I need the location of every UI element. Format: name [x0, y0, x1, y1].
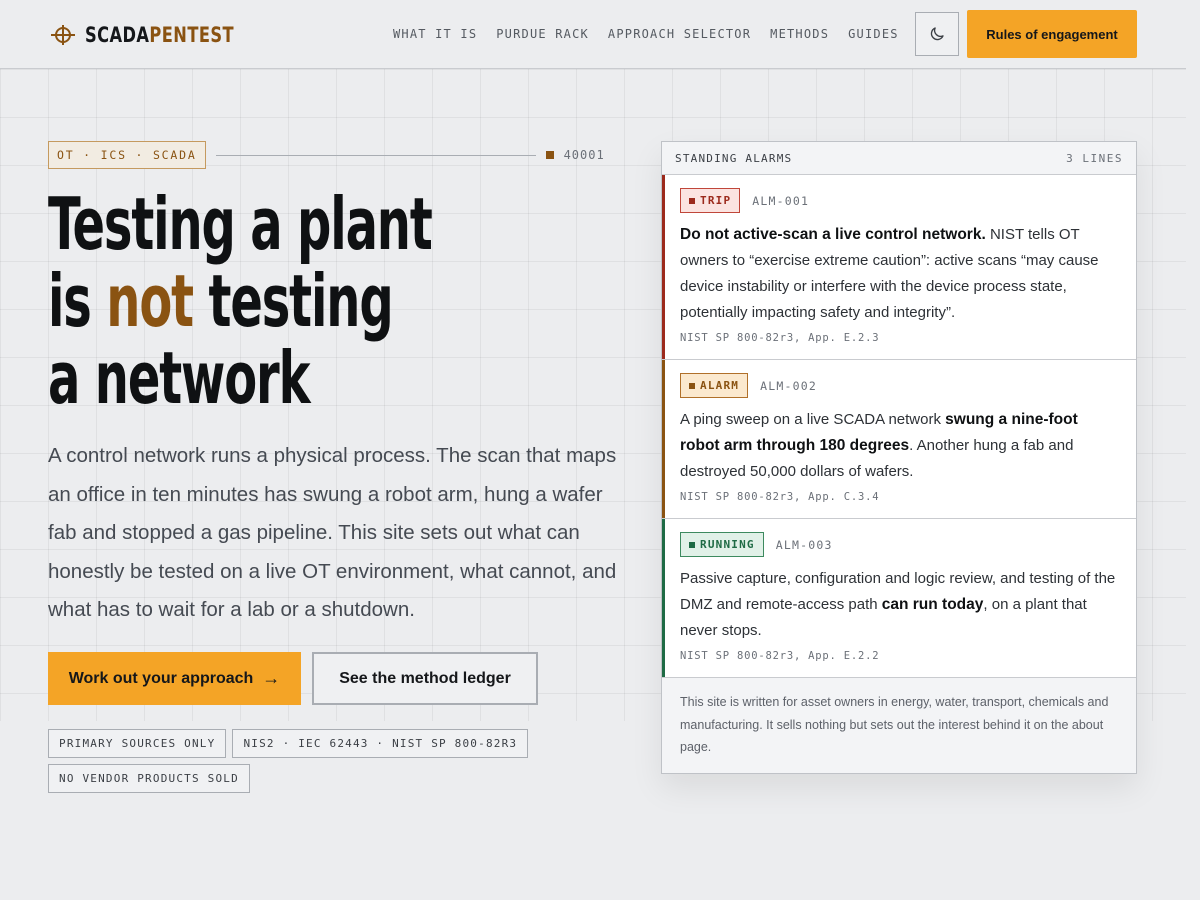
- panel-title: STANDING ALARMS: [675, 151, 793, 165]
- title-line-2-post: testing: [192, 259, 394, 343]
- title-line-1: Testing a plant: [48, 182, 433, 266]
- brand-wordmark: SCADAPENTEST: [85, 23, 234, 47]
- trust-chips: PRIMARY SOURCES ONLY NIS2 · IEC 62443 · …: [48, 729, 608, 799]
- status-square-icon: [689, 541, 695, 548]
- rules-of-engagement-button[interactable]: Rules of engagement: [967, 10, 1137, 58]
- alarm-id: ALM-002: [760, 378, 817, 393]
- alarm-reference: NIST SP 800-82r3, App. E.2.2: [680, 650, 880, 662]
- alarm-bold-mid: can run today: [881, 596, 984, 613]
- status-badge-running: RUNNING: [680, 532, 764, 557]
- panel-header: STANDING ALARMS 3 LINES: [662, 142, 1136, 175]
- site-header: SCADAPENTEST WHAT IT IS PURDUE RACK APPR…: [0, 0, 1186, 69]
- nav-item-purdue-rack[interactable]: PURDUE RACK: [496, 27, 589, 41]
- badge-label: RUNNING: [700, 538, 755, 551]
- brand-name-part-1: SCADA: [85, 23, 150, 47]
- status-badge-trip: TRIP: [680, 188, 741, 213]
- nav-item-methods[interactable]: METHODS: [770, 27, 829, 41]
- alarm-severity-bar: [662, 175, 665, 359]
- hero-lede: A control network runs a physical proces…: [48, 444, 617, 621]
- title-line-3: a network: [48, 336, 310, 420]
- page-title: Testing a plant is not testing a network: [48, 186, 492, 417]
- brand-logo-link[interactable]: SCADAPENTEST: [50, 22, 258, 48]
- brand-name-part-2: PENTEST: [149, 23, 235, 47]
- main-nav: WHAT IT IS PURDUE RACK APPROACH SELECTOR…: [393, 27, 918, 41]
- alarm-text: Passive capture, configuration and logic…: [680, 566, 1118, 644]
- standing-alarms-panel: STANDING ALARMS 3 LINES TRIP ALM-001 Do …: [661, 141, 1137, 774]
- chip-no-vendor: NO VENDOR PRODUCTS SOLD: [48, 764, 250, 793]
- status-badge-alarm: ALARM: [680, 373, 749, 398]
- work-out-approach-label: Work out your approach: [68, 669, 254, 687]
- alarm-row: RUNNING ALM-003 Passive capture, configu…: [662, 519, 1136, 678]
- crosshair-icon: [51, 25, 75, 45]
- eyebrow-square-icon: [545, 151, 554, 159]
- work-out-approach-button[interactable]: Work out your approach →: [48, 652, 301, 705]
- eyebrow-tag: OT · ICS · SCADA: [48, 141, 206, 169]
- alarm-row: ALARM ALM-002 A ping sweep on a live SCA…: [662, 360, 1136, 519]
- hero-eyebrow: OT · ICS · SCADA 40001: [48, 141, 608, 169]
- moon-icon: [930, 27, 944, 41]
- alarm-severity-bar: [662, 519, 665, 677]
- chip-standards: NIS2 · IEC 62443 · NIST SP 800-82R3: [232, 729, 529, 758]
- arrow-right-icon: →: [262, 668, 281, 688]
- alarm-reference: NIST SP 800-82r3, App. E.2.3: [680, 332, 880, 344]
- eyebrow-code: 40001: [563, 148, 605, 162]
- alarm-severity-bar: [662, 360, 665, 518]
- method-ledger-button[interactable]: See the method ledger: [312, 652, 538, 705]
- alarm-reference: NIST SP 800-82r3, App. C.3.4: [680, 491, 880, 503]
- eyebrow-divider: [215, 154, 536, 156]
- alarm-id: ALM-003: [775, 537, 833, 552]
- panel-count: 3 LINES: [1066, 151, 1123, 165]
- alarm-id: ALM-001: [752, 193, 810, 208]
- alarm-text: A ping sweep on a live SCADA network swu…: [680, 407, 1118, 485]
- nav-item-guides[interactable]: GUIDES: [848, 27, 899, 41]
- title-line-2-pre: is: [48, 259, 107, 343]
- title-accent-word: not: [106, 259, 194, 343]
- alarm-row: TRIP ALM-001 Do not active-scan a live c…: [662, 175, 1136, 360]
- nav-item-approach-selector[interactable]: APPROACH SELECTOR: [608, 27, 751, 41]
- alarm-text: Do not active-scan a live control networ…: [680, 222, 1118, 326]
- chip-primary-sources: PRIMARY SOURCES ONLY: [48, 729, 227, 758]
- alarm-text-before: A ping sweep on a live SCADA network: [680, 411, 946, 428]
- panel-footer-note: This site is written for asset owners in…: [662, 678, 1136, 773]
- status-square-icon: [689, 197, 695, 204]
- theme-toggle-button[interactable]: [915, 12, 959, 56]
- alarm-bold-lead: Do not active-scan a live control networ…: [680, 226, 986, 243]
- nav-item-what-it-is[interactable]: WHAT IT IS: [393, 27, 477, 41]
- status-square-icon: [689, 382, 695, 389]
- badge-label: TRIP: [700, 194, 732, 207]
- badge-label: ALARM: [700, 379, 740, 392]
